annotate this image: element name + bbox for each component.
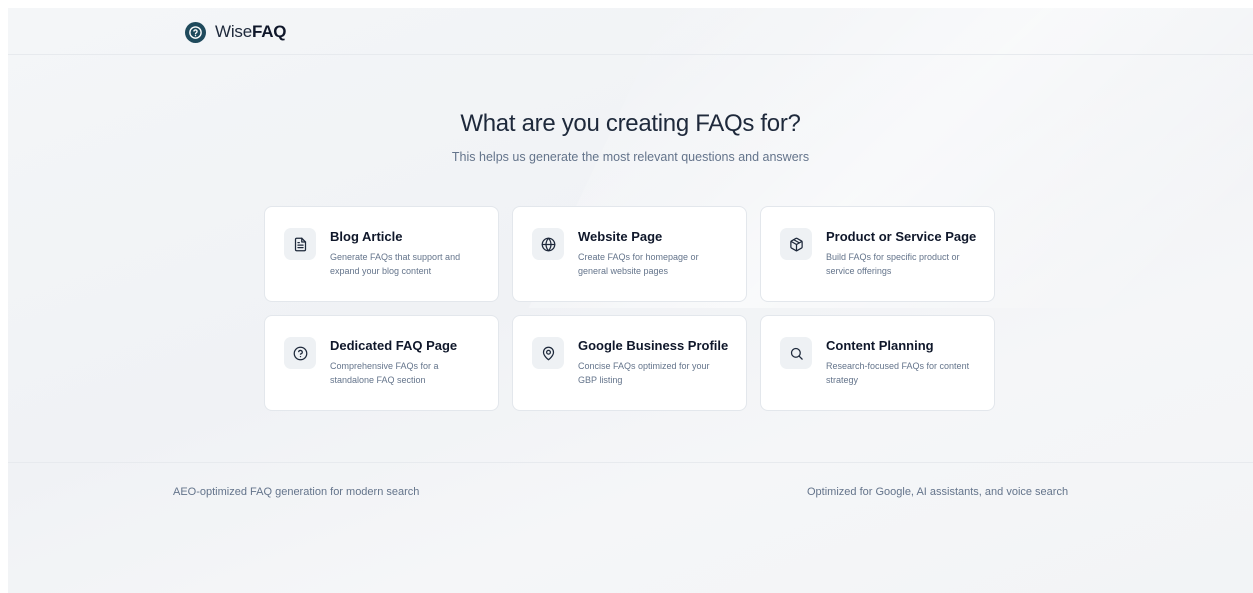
option-title: Google Business Profile — [578, 338, 729, 353]
page-footer: AEO-optimized FAQ generation for modern … — [8, 462, 1253, 593]
option-card-google-business-profile[interactable]: Google Business Profile Concise FAQs opt… — [512, 315, 747, 411]
option-description: Research-focused FAQs for content strate… — [826, 361, 970, 385]
package-icon — [780, 228, 812, 260]
option-card-product-service-page[interactable]: Product or Service Page Build FAQs for s… — [760, 206, 995, 302]
option-title: Dedicated FAQ Page — [330, 338, 458, 353]
logo-icon — [185, 21, 206, 43]
brand-name-light: Wise — [215, 22, 252, 41]
brand-name: WiseFAQ — [215, 22, 287, 42]
option-card-content-planning[interactable]: Content Planning Research-focused FAQs f… — [760, 315, 995, 411]
footer-optimization-note: Optimized for Google, AI assistants, and… — [807, 486, 1069, 498]
globe-icon — [532, 228, 564, 260]
option-title: Content Planning — [826, 338, 934, 353]
option-card-website-page[interactable]: Website Page Create FAQs for homepage or… — [512, 206, 747, 302]
top-header: WiseFAQ — [8, 8, 1253, 55]
page-title: What are you creating FAQs for? — [460, 110, 801, 137]
document-icon — [284, 228, 316, 260]
option-description: Comprehensive FAQs for a standalone FAQ … — [330, 361, 439, 385]
search-icon — [780, 337, 812, 369]
option-card-dedicated-faq-page[interactable]: Dedicated FAQ Page Comprehensive FAQs fo… — [264, 315, 499, 411]
option-description: Build FAQs for specific product or servi… — [826, 252, 960, 276]
footer-tagline: AEO-optimized FAQ generation for modern … — [173, 486, 420, 498]
option-title: Product or Service Page — [826, 229, 977, 244]
option-title: Website Page — [578, 229, 663, 244]
option-description: Generate FAQs that support and expand yo… — [330, 252, 461, 276]
option-description: Create FAQs for homepage or general webs… — [578, 252, 699, 276]
page-subtitle: This helps us generate the most relevant… — [451, 150, 810, 164]
app-frame: WiseFAQ What are you creating FAQs for? … — [8, 8, 1253, 593]
option-card-blog-article[interactable]: Blog Article Generate FAQs that support … — [264, 206, 499, 302]
option-title: Blog Article — [330, 229, 403, 244]
help-circle-icon — [284, 337, 316, 369]
map-pin-icon — [532, 337, 564, 369]
option-description: Concise FAQs optimized for your GBP list… — [578, 361, 710, 385]
brand-logo[interactable]: WiseFAQ — [185, 21, 287, 43]
brand-name-bold: FAQ — [251, 22, 287, 41]
